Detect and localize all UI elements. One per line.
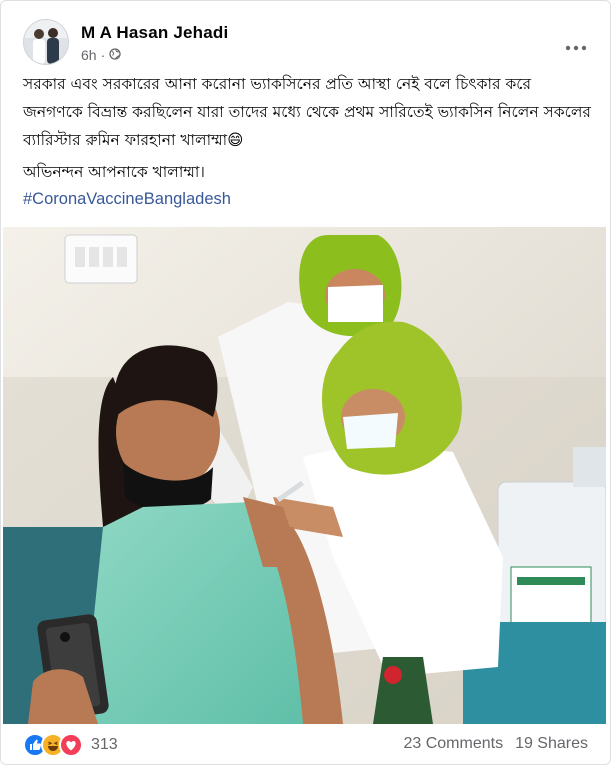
post-options-button[interactable] (561, 33, 591, 57)
more-horizontal-icon (565, 36, 587, 55)
comments-count[interactable]: 23 Comments (403, 735, 503, 753)
post-footer: 313 23 Comments 19 Shares (23, 731, 588, 759)
post-header: M A Hasan Jehadi 6h · (23, 19, 593, 69)
reaction-count: 313 (91, 736, 118, 753)
post-photo[interactable] (3, 227, 606, 724)
post-meta: 6h · (81, 47, 121, 63)
post-text: সরকার এবং সরকারের আনা করোনা ভ্যাকসিনের প… (23, 70, 593, 186)
globe-icon (109, 47, 121, 63)
post-time[interactable]: 6h (81, 47, 97, 63)
author-avatar[interactable] (23, 19, 69, 65)
shares-count[interactable]: 19 Shares (515, 735, 588, 753)
love-icon (59, 733, 83, 757)
hashtag-link[interactable]: #CoronaVaccineBangladesh (23, 190, 231, 209)
facebook-post: M A Hasan Jehadi 6h · সরকার এবং সরকারের … (0, 0, 611, 765)
post-text-paragraph: অভিনন্দন আপনাকে খালাম্মা। (23, 163, 205, 181)
reactions-summary[interactable]: 313 (23, 733, 118, 757)
author-name[interactable]: M A Hasan Jehadi (81, 23, 228, 43)
post-text-paragraph: সরকার এবং সরকারের আনা করোনা ভ্যাকসিনের প… (23, 75, 591, 149)
engagement-counts: 23 Comments 19 Shares (403, 735, 588, 753)
